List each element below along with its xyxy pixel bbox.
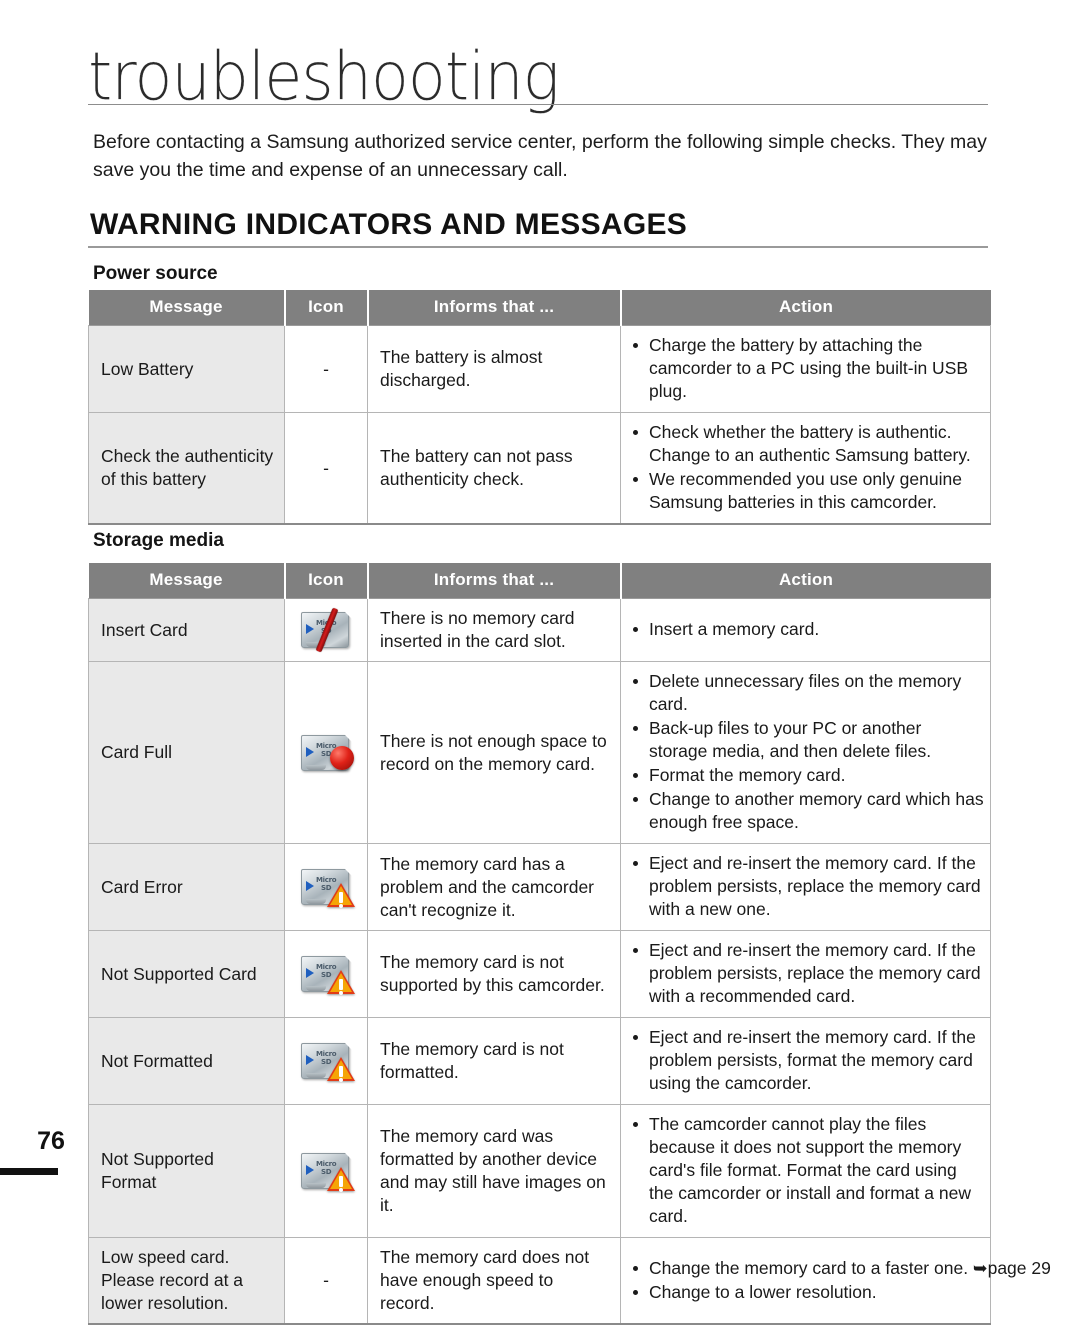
cell-icon: MicroSD: [284, 930, 368, 1018]
cell-message: Not Supported Card: [88, 930, 285, 1018]
subheading-power-source: Power source: [93, 263, 218, 284]
cell-action: The camcorder cannot play the files beca…: [620, 1104, 991, 1238]
action-item: Format the memory card.: [629, 764, 984, 787]
section-heading: WARNING INDICATORS AND MESSAGES: [90, 208, 688, 241]
title-divider: [88, 104, 988, 105]
cell-informs: The memory card has a problem and the ca…: [367, 843, 621, 931]
sd-card-warning-icon: Micro SD: [298, 953, 355, 995]
column-header-action: Action: [620, 563, 991, 599]
action-item: Check whether the battery is authentic. …: [629, 421, 984, 467]
cell-informs: The memory card is not supported by this…: [367, 930, 621, 1018]
action-list: Insert a memory card.: [629, 618, 984, 641]
table-power-source: Message Icon Informs that ... Action Low…: [88, 290, 991, 525]
cell-action: Insert a memory card.: [620, 598, 991, 662]
cell-icon: MicroSD: [284, 1017, 368, 1105]
column-header-informs: Informs that ...: [367, 563, 622, 599]
action-list: Charge the battery by attaching the camc…: [629, 334, 984, 403]
sd-card-warning-icon: Micro SD: [298, 1150, 355, 1192]
action-item: Eject and re-insert the memory card. If …: [629, 852, 984, 921]
action-item: Delete unnecessary files on the memory c…: [629, 670, 984, 716]
table-row: Card Full Micro SD There is not enough sp…: [88, 661, 991, 844]
cell-informs: The battery can not pass authenticity ch…: [367, 412, 621, 525]
action-item: Change to another memory card which has …: [629, 788, 984, 834]
action-list: Delete unnecessary files on the memory c…: [629, 670, 984, 834]
cell-informs: There is not enough space to record on t…: [367, 661, 621, 844]
column-header-action: Action: [620, 290, 991, 326]
action-list: Eject and re-insert the memory card. If …: [629, 852, 984, 921]
cell-action: Delete unnecessary files on the memory c…: [620, 661, 991, 844]
action-list: Eject and re-insert the memory card. If …: [629, 939, 984, 1008]
cell-action: Change the memory card to a faster one. …: [620, 1237, 1051, 1325]
cell-icon-dash: -: [284, 412, 368, 525]
cell-informs: The battery is almost discharged.: [367, 325, 621, 413]
cell-icon-dash: -: [284, 1237, 368, 1325]
table-storage-media: Message Icon Informs that ... Action Ins…: [88, 563, 1051, 1325]
cell-action: Check whether the battery is authentic. …: [620, 412, 991, 525]
table-header-row: Message Icon Informs that ... Action: [88, 290, 991, 326]
table-row: Insert Card MicroSD There is no memory c…: [88, 598, 991, 662]
column-header-icon: Icon: [284, 563, 369, 599]
action-item: Charge the battery by attaching the camc…: [629, 334, 984, 403]
cell-action: Eject and re-insert the memory card. If …: [620, 843, 991, 931]
table-row: Card Error Micro SD The memory card has a…: [88, 843, 991, 931]
table-header-row: Message Icon Informs that ... Action: [88, 563, 991, 599]
action-list: The camcorder cannot play the files beca…: [629, 1113, 984, 1228]
action-item: Change to a lower resolution.: [629, 1281, 984, 1304]
cell-action: Eject and re-insert the memory card. If …: [620, 930, 991, 1018]
action-list: Change the memory card to a faster one. …: [629, 1257, 1051, 1304]
subheading-storage-media: Storage media: [93, 530, 224, 551]
column-header-message: Message: [88, 563, 286, 599]
action-item: Insert a memory card.: [629, 618, 984, 641]
sd-card-full-icon: Micro SD: [298, 731, 354, 774]
cell-message: Insert Card: [88, 598, 285, 662]
cell-action: Eject and re-insert the memory card. If …: [620, 1017, 991, 1105]
cell-message: Card Error: [88, 843, 285, 931]
action-item: Eject and re-insert the memory card. If …: [629, 1026, 984, 1095]
intro-paragraph: Before contacting a Samsung authorized s…: [93, 131, 987, 181]
cell-message: Not Formatted: [88, 1017, 285, 1105]
table-row: Not Formatted Micro SD The memory card is…: [88, 1017, 991, 1105]
cell-icon: MicroSD: [284, 661, 368, 844]
column-header-informs: Informs that ...: [367, 290, 622, 326]
cell-message: Low speed card. Please record at a lower…: [88, 1237, 285, 1325]
action-item: The camcorder cannot play the files beca…: [629, 1113, 984, 1228]
page-number: 76: [37, 1127, 65, 1155]
cell-message: Card Full: [88, 661, 285, 844]
sd-card-warning-icon: Micro SD: [298, 866, 355, 908]
cell-message: Not Supported Format: [88, 1104, 285, 1238]
cell-informs: The memory card was formatted by another…: [367, 1104, 621, 1238]
action-item: Eject and re-insert the memory card. If …: [629, 939, 984, 1008]
action-item: We recommended you use only genuine Sams…: [629, 468, 984, 514]
cell-action: Charge the battery by attaching the camc…: [620, 325, 991, 413]
column-header-icon: Icon: [284, 290, 369, 326]
cell-icon: MicroSD: [284, 1104, 368, 1238]
sd-card-warning-icon: Micro SD: [298, 1040, 355, 1082]
table-row: Not Supported Format Micro SD The memory …: [88, 1104, 991, 1238]
table-row: Not Supported Card Micro SD The memory ca…: [88, 930, 991, 1018]
column-header-message: Message: [88, 290, 286, 326]
cell-informs: The memory card is not formatted.: [367, 1017, 621, 1105]
cell-icon-dash: -: [284, 325, 368, 413]
table-row: Low Battery - The battery is almost disc…: [88, 325, 991, 413]
cell-icon: MicroSD: [284, 598, 368, 662]
page-number-bar: [0, 1168, 58, 1175]
action-item: Back-up files to your PC or another stor…: [629, 717, 984, 763]
cell-informs: The memory card does not have enough spe…: [367, 1237, 621, 1325]
cell-icon: MicroSD: [284, 843, 368, 931]
red-dot-icon: [330, 745, 354, 770]
section-divider: [88, 246, 988, 248]
table-row: Check the authenticity of this battery -…: [88, 412, 991, 525]
action-list: Eject and re-insert the memory card. If …: [629, 1026, 984, 1095]
table-row: Low speed card. Please record at a lower…: [88, 1237, 1051, 1325]
cell-message: Check the authenticity of this battery: [88, 412, 285, 525]
action-list: Check whether the battery is authentic. …: [629, 421, 984, 514]
sd-card-slash-icon: MicroSD: [298, 607, 354, 653]
cell-informs: There is no memory card inserted in the …: [367, 598, 621, 662]
cell-message: Low Battery: [88, 325, 285, 413]
action-item-page-reference: Change the memory card to a faster one. …: [629, 1257, 1051, 1280]
